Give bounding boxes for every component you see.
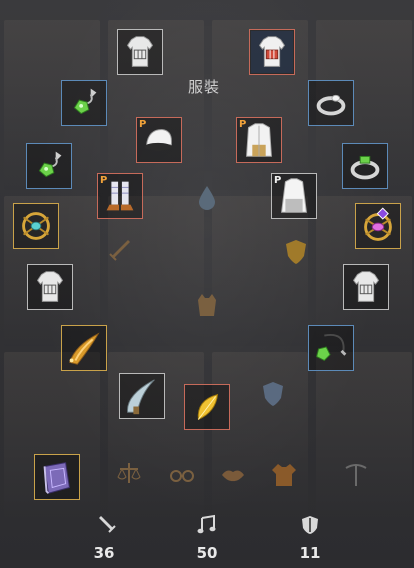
shield-icon [284,238,308,266]
background-portrait [212,352,308,522]
ring-slot[interactable] [308,80,354,126]
sword-icon [95,514,117,536]
white-coat-icon [281,178,307,213]
golden-feather-icon [197,393,219,421]
glasses-icon [168,466,196,484]
costume-armor-icon [352,271,380,302]
gold-horn-dagger-icon [69,332,100,365]
vest-icon [196,292,218,318]
amulet-slot-left[interactable] [13,203,59,249]
music-stat-value: 50 [196,544,218,562]
costume-slot-mid-left[interactable] [27,264,73,310]
bracelet-slot[interactable] [308,325,354,371]
costume-slot-top-left[interactable] [117,29,163,75]
necklace-slot[interactable] [26,143,72,189]
scale-icon [116,461,142,487]
purple-book-icon [43,462,70,494]
amulet-slot-right[interactable] [355,203,401,249]
green-gem-bracelet-icon [316,334,347,362]
music-note-icon [196,514,218,536]
costume-armor-icon [250,30,294,74]
costume-armor-icon [36,271,64,302]
defense-stat-value: 11 [299,544,321,562]
silver-ring-icon [350,155,380,180]
ring-slot-2[interactable] [342,143,388,189]
green-gem-necklace-icon [38,151,62,178]
blade-slot[interactable] [119,373,165,419]
silver-ring-icon [316,94,346,116]
shield-icon [261,380,285,408]
lips-icon [220,466,246,484]
water-drop-icon [195,184,219,210]
white-hat-icon [144,128,172,151]
white-coat-icon [246,123,272,157]
boots-slot[interactable]: P [97,173,143,219]
costume-slot-mid-right[interactable] [343,264,389,310]
dagger-slot[interactable] [61,325,107,371]
pickaxe-icon [342,462,370,488]
jacket-icon [270,462,298,488]
book-slot[interactable] [34,454,80,500]
curved-blade-icon [127,379,155,415]
attack-stat-value: 36 [93,544,115,562]
sword-icon [106,238,132,264]
costume-armor-icon [126,36,154,67]
earring-slot[interactable] [61,80,107,126]
purple-gem-amulet-icon [364,207,392,241]
hat-slot[interactable]: P [136,117,182,163]
top-slot[interactable]: P [236,117,282,163]
feather-slot[interactable] [184,384,230,430]
costume-slot-top-right[interactable] [249,29,295,75]
green-gem-earring-icon [73,88,97,115]
gold-amulet-icon [22,212,50,240]
background-portrait [316,352,412,522]
shield-icon [299,514,321,536]
outfit-slot[interactable]: P [271,173,317,219]
panel-title: 服裝 [188,78,221,96]
equipment-panel: 服裝 P P P P 36 50 11 [0,0,414,568]
striped-boots-icon [106,181,134,211]
